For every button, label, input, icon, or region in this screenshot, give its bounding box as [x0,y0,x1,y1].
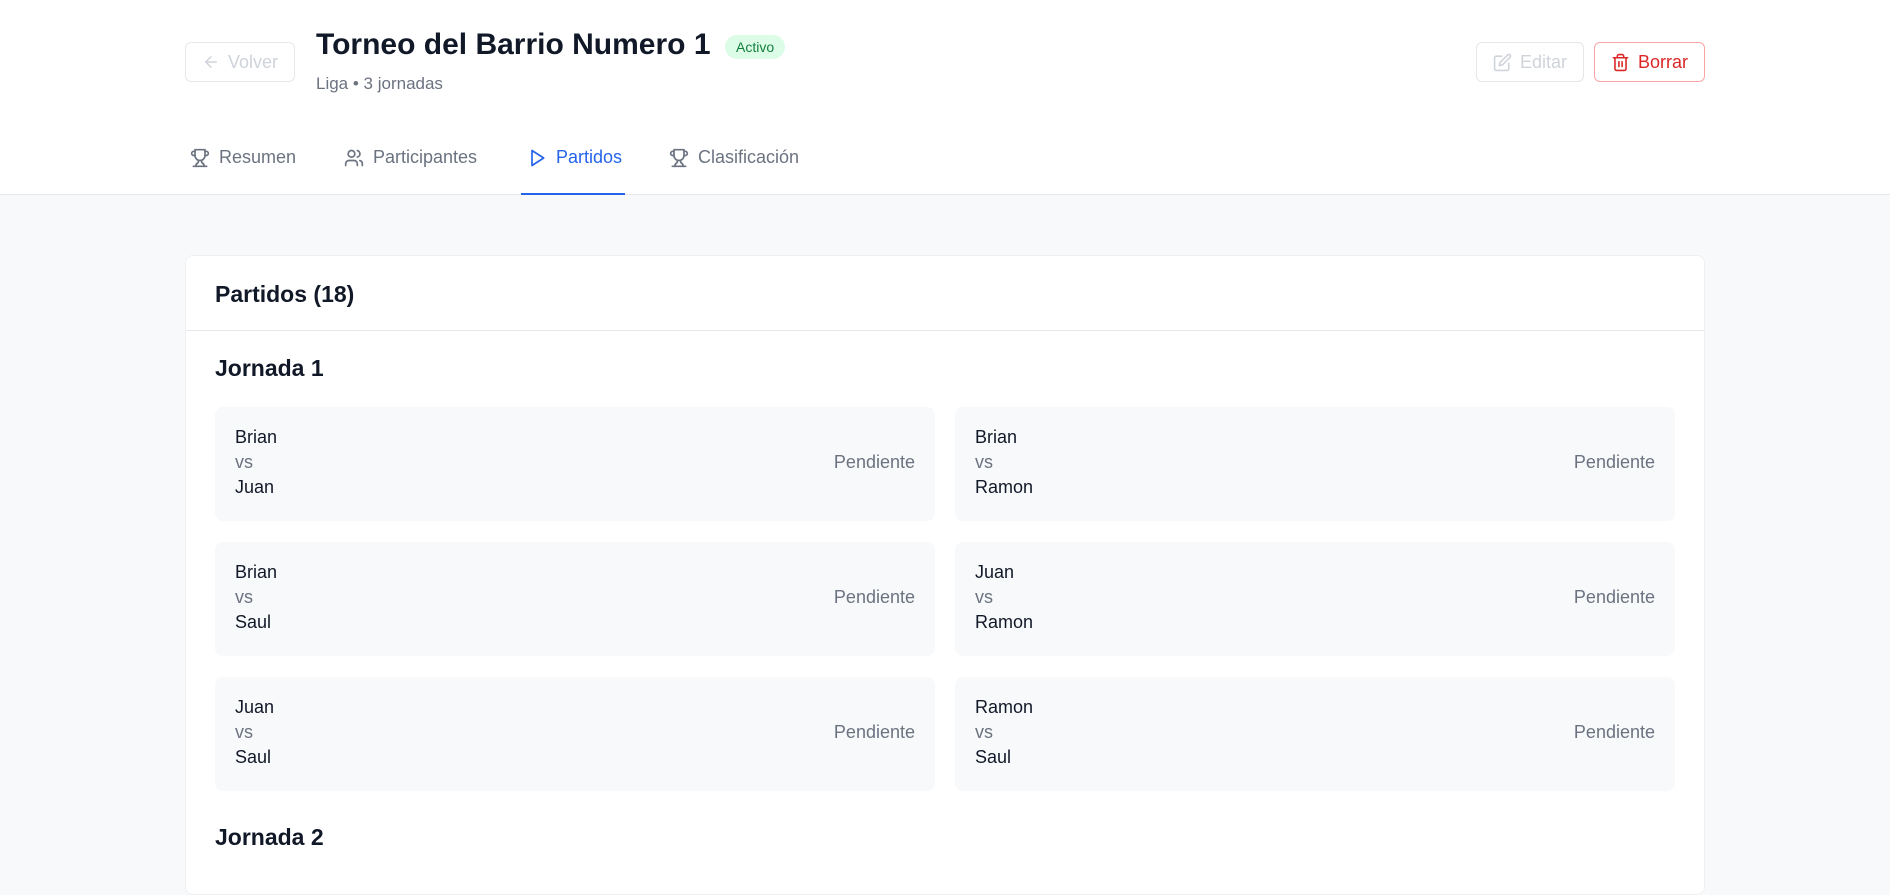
matches-card-title: Partidos (18) [215,281,355,307]
away-player: Ramon [975,612,1034,632]
match-status: Pendiente [1573,452,1655,472]
vs-label: vs [975,587,993,607]
users-icon [344,149,364,167]
tab-label: Resumen [219,147,297,167]
home-player: Brian [235,562,278,582]
match-status: Pendiente [833,452,915,472]
match-card[interactable]: Juan vs Saul Pendiente [215,677,935,791]
match-card[interactable]: Brian vs Juan Pendiente [215,407,935,521]
page-subtitle: Liga • 3 jornadas [316,74,443,93]
match-status: Pendiente [833,587,915,607]
match-card[interactable]: Juan vs Ramon Pendiente [955,542,1675,656]
match-card[interactable]: Ramon vs Saul Pendiente [955,677,1675,791]
tab-participantes[interactable]: Participantes [344,143,479,195]
tab-partidos[interactable]: Partidos [521,143,625,195]
tab-clasificacion[interactable]: Clasificación [669,143,804,195]
vs-label: vs [235,452,253,472]
away-player: Juan [235,477,275,497]
away-player: Saul [975,747,1012,767]
match-card[interactable]: Brian vs Saul Pendiente [215,542,935,656]
play-icon [531,149,545,167]
home-player: Juan [235,697,275,717]
round-title: Jornada 1 [215,355,324,381]
tab-label: Partidos [556,147,623,167]
home-player: Brian [235,427,278,447]
vs-label: vs [975,722,993,742]
match-card[interactable]: Brian vs Ramon Pendiente [955,407,1675,521]
home-player: Juan [975,562,1015,582]
away-player: Ramon [975,477,1034,497]
away-player: Saul [235,747,272,767]
page-header: Volver Torneo del Barrio Numero 1 Activo… [0,0,1890,195]
page-title: Torneo del Barrio Numero 1 [316,28,711,61]
edit-button-label: Editar [1519,51,1568,72]
edit-icon [1493,53,1512,71]
vs-label: vs [975,452,993,472]
status-badge: Activo [725,35,786,59]
arrow-left-icon [204,56,217,68]
back-button-label: Volver [227,51,279,72]
home-player: Brian [975,427,1018,447]
vs-label: vs [235,587,253,607]
tab-label: Clasificación [698,147,800,167]
vs-label: vs [235,722,253,742]
delete-button-label: Borrar [1637,51,1688,72]
away-player: Saul [235,612,272,632]
matches-card: Partidos (18) Jornada 1 Brian vs Juan Pe… [185,255,1705,895]
back-button[interactable]: Volver [185,42,295,82]
edit-button[interactable]: Editar [1476,42,1584,82]
trophy-icon [669,148,689,168]
match-status: Pendiente [1573,722,1655,742]
tab-label: Participantes [373,147,478,167]
delete-button[interactable]: Borrar [1594,42,1705,82]
tab-resumen[interactable]: Resumen [190,143,302,195]
match-status: Pendiente [1573,587,1655,607]
round-title: Jornada 2 [215,824,324,850]
trash-icon [1612,53,1629,71]
match-status: Pendiente [833,722,915,742]
trophy-icon [190,148,210,168]
home-player: Ramon [975,697,1034,717]
divider [186,330,1704,331]
